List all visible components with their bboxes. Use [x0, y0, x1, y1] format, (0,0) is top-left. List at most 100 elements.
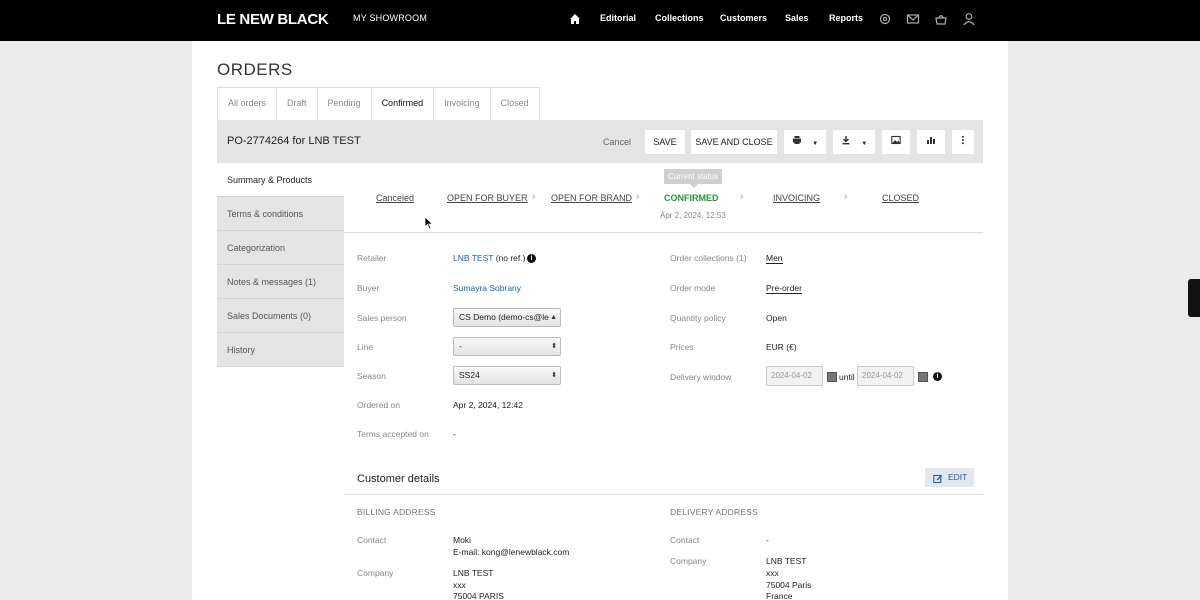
retailer-value: LNB TEST (no ref.): [453, 253, 525, 263]
order-status-tabs: All orders Draft Pending Confirmed Invoi…: [217, 87, 540, 121]
chevron-down-icon: ▼: [812, 141, 819, 147]
terms-accepted-label: Terms accepted on: [357, 429, 429, 439]
settings-icon[interactable]: [878, 12, 892, 26]
billing-email-value: E-mail: kong@lenewblack.com: [453, 547, 570, 557]
season-select[interactable]: SS24 ⬍: [453, 366, 561, 385]
sidebar-item-sales-documents[interactable]: Sales Documents (0): [217, 299, 344, 333]
delivery-window-label: Delivery window: [670, 372, 732, 382]
retailer-link[interactable]: LNB TEST: [453, 253, 493, 263]
image-button[interactable]: [882, 130, 910, 154]
sidebar-item-notes-messages[interactable]: Notes & messages (1): [217, 265, 344, 299]
status-step-invoicing[interactable]: INVOICING: [773, 193, 820, 203]
delivery-address-caption: DELIVERY ADDRESS: [670, 507, 758, 517]
delivery-to-input[interactable]: 2024-04-02: [857, 366, 914, 386]
tab-pending[interactable]: Pending: [317, 88, 372, 121]
sales-person-select[interactable]: CS Demo (demo-cs@le ▲: [453, 308, 561, 327]
order-collections-label: Order collections (1): [670, 253, 747, 263]
order-mode-label: Order mode: [670, 283, 716, 293]
prices-value: EUR (€): [766, 342, 797, 352]
more-vertical-icon: [958, 135, 968, 147]
tab-draft[interactable]: Draft: [277, 88, 318, 121]
select-arrows-icon: ▲: [550, 314, 557, 321]
info-icon[interactable]: i: [527, 254, 536, 263]
delivery-contact-value: -: [766, 535, 769, 545]
retailer-label: Retailer: [357, 253, 387, 263]
delivery-until-label: until: [839, 372, 855, 382]
buyer-link[interactable]: Sumayra Sobrany: [453, 283, 521, 293]
sidebar-item-terms-conditions[interactable]: Terms & conditions: [217, 197, 344, 231]
image-icon: [891, 135, 901, 147]
line-select[interactable]: - ⬍: [453, 337, 561, 356]
nav-reports[interactable]: Reports: [829, 13, 863, 23]
order-status-flow: Current status Canceled OPEN FOR BUYER ›…: [344, 163, 983, 233]
billing-company-label: Company: [357, 568, 394, 578]
chevron-right-icon: ›: [844, 191, 848, 202]
tab-confirmed[interactable]: Confirmed: [371, 88, 435, 121]
edit-icon: [933, 472, 943, 484]
user-icon[interactable]: [962, 12, 976, 26]
tab-closed[interactable]: Closed: [490, 88, 539, 121]
status-step-closed[interactable]: CLOSED: [882, 193, 919, 203]
sidebar-item-history[interactable]: History: [217, 333, 344, 367]
sidebar-item-summary-products[interactable]: Summary & Products: [217, 163, 344, 197]
prices-label: Prices: [670, 342, 694, 352]
nav-editorial[interactable]: Editorial: [600, 13, 636, 23]
print-button[interactable]: ▼: [784, 130, 826, 154]
mouse-cursor-icon: [424, 216, 434, 230]
top-navigation: LE NEW BLACK MY SHOWROOM Editorial Colle…: [0, 0, 1200, 41]
more-options-button[interactable]: [952, 130, 974, 154]
mail-icon[interactable]: [906, 12, 920, 26]
delivery-address-line3: 75004 Paris: [766, 580, 812, 590]
select-arrows-icon: ⬍: [551, 372, 557, 379]
chevron-right-icon: ›: [740, 191, 744, 202]
basket-icon[interactable]: [934, 12, 948, 26]
sidebar-item-categorization[interactable]: Categorization: [217, 231, 344, 265]
section-divider: [344, 494, 983, 495]
nav-customers[interactable]: Customers: [720, 13, 767, 23]
buyer-label: Buyer: [357, 283, 380, 293]
status-step-open-for-brand[interactable]: OPEN FOR BRAND: [551, 193, 632, 203]
side-drawer-handle[interactable]: [1188, 279, 1200, 317]
nav-collections[interactable]: Collections: [655, 13, 704, 23]
sales-person-label: Sales person: [357, 313, 407, 323]
order-mode-value[interactable]: Pre-order: [766, 283, 802, 294]
status-step-confirmed: CONFIRMED: [664, 193, 719, 203]
retailer-ref: (no ref.): [495, 253, 526, 263]
info-icon[interactable]: i: [933, 372, 942, 381]
tab-all-orders[interactable]: All orders: [218, 88, 278, 121]
order-collections-value[interactable]: Men: [766, 253, 783, 264]
delivery-address-line2: xxx: [766, 568, 779, 578]
quantity-policy-value: Open: [766, 313, 787, 323]
nav-sales[interactable]: Sales: [785, 13, 809, 23]
quantity-policy-label: Quantity policy: [670, 313, 726, 323]
billing-address-line2: xxx: [453, 580, 466, 590]
download-button[interactable]: ▼: [833, 130, 875, 154]
tab-invoicing[interactable]: Invoicing: [434, 88, 491, 121]
status-step-open-for-buyer[interactable]: OPEN FOR BUYER: [447, 193, 528, 203]
line-value: -: [459, 341, 462, 351]
chevron-right-icon: ›: [636, 191, 640, 202]
brand-logo[interactable]: LE NEW BLACK: [217, 11, 329, 28]
select-arrows-icon: ⬍: [551, 343, 557, 350]
home-icon[interactable]: [568, 12, 582, 26]
showroom-link[interactable]: MY SHOWROOM: [353, 13, 427, 23]
terms-accepted-value: -: [453, 429, 456, 439]
edit-customer-button[interactable]: EDIT: [925, 468, 974, 487]
download-icon: [841, 136, 851, 147]
delivery-from-input[interactable]: 2024-04-02: [766, 366, 823, 386]
calendar-icon[interactable]: [827, 372, 837, 382]
delivery-company-value: LNB TEST: [766, 556, 807, 566]
save-button[interactable]: SAVE: [645, 130, 685, 154]
order-sidebar: Summary & Products Terms & conditions Ca…: [217, 163, 344, 367]
calendar-icon[interactable]: [918, 372, 928, 382]
ordered-on-label: Ordered on: [357, 400, 400, 410]
current-status-tooltip: Current status: [664, 169, 723, 188]
status-step-canceled[interactable]: Canceled: [376, 193, 414, 203]
sales-person-value: CS Demo (demo-cs@le: [459, 312, 549, 322]
chevron-down-icon: ▼: [861, 141, 868, 147]
customer-details-title: Customer details: [357, 473, 440, 485]
cancel-button[interactable]: Cancel: [597, 130, 637, 154]
billing-contact-value: Moki: [453, 535, 471, 545]
statistics-button[interactable]: [917, 130, 945, 154]
save-and-close-button[interactable]: SAVE AND CLOSE: [691, 130, 777, 154]
